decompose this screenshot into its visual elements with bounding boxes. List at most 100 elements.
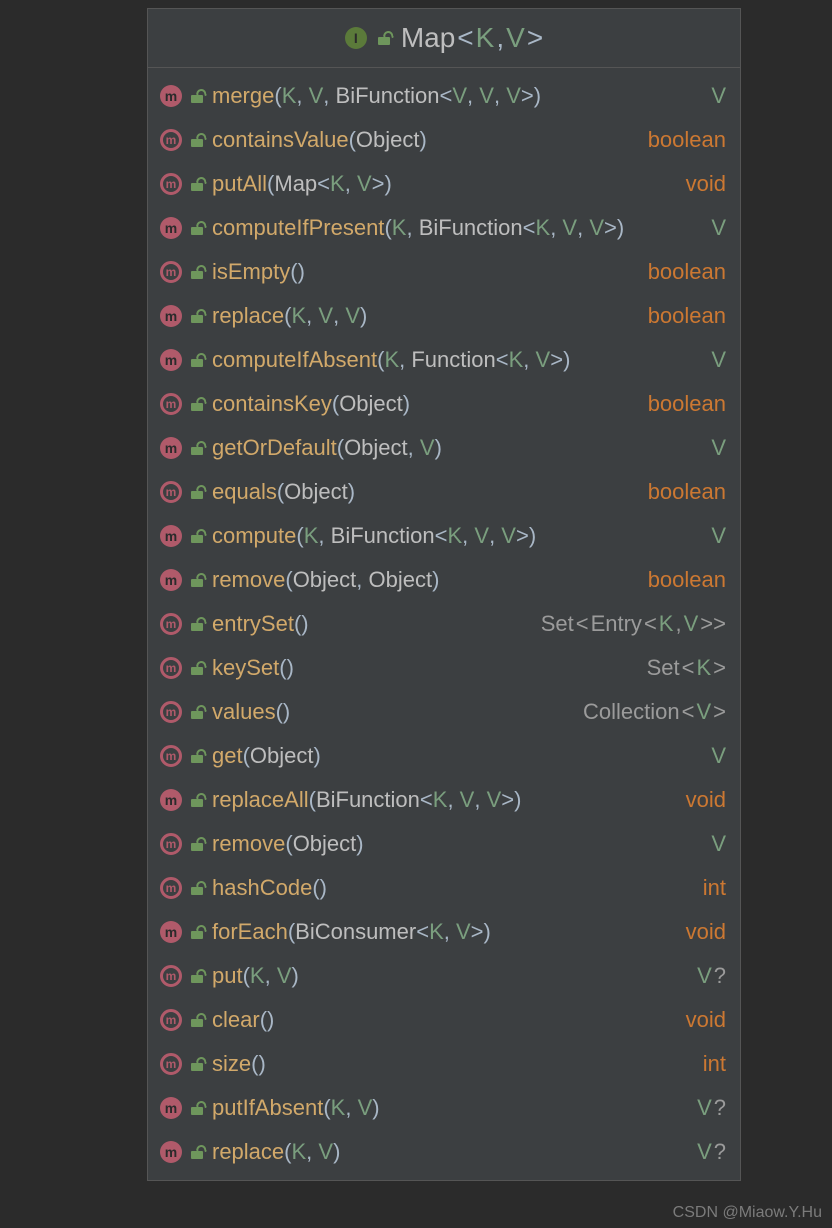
method-icon: m — [160, 657, 182, 679]
method-signature: replace(K, V) — [212, 1139, 689, 1165]
method-item[interactable]: m replace(K, V, V) boolean — [148, 294, 740, 338]
method-item[interactable]: mvalues()Collection<V> — [148, 690, 740, 734]
return-type: int — [703, 1051, 726, 1077]
return-type: V — [711, 347, 726, 373]
return-type: V — [711, 435, 726, 461]
lock-open-icon — [190, 705, 204, 719]
return-type: void — [686, 1007, 726, 1033]
method-icon: m — [160, 129, 182, 151]
method-item[interactable]: msize()int — [148, 1042, 740, 1086]
method-item[interactable]: mhashCode()int — [148, 866, 740, 910]
method-icon: m — [160, 789, 182, 811]
lock-open-icon — [190, 837, 204, 851]
return-type: V — [711, 215, 726, 241]
lock-open-icon — [190, 925, 204, 939]
method-icon: m — [160, 305, 182, 327]
return-type: V — [711, 743, 726, 769]
method-signature: entrySet() — [212, 611, 533, 637]
lock-open-icon — [190, 1101, 204, 1115]
method-item[interactable]: m putIfAbsent(K, V) V? — [148, 1086, 740, 1130]
method-signature: isEmpty() — [212, 259, 640, 285]
method-icon: m — [160, 833, 182, 855]
method-item[interactable]: mremove(Object, Object)boolean — [148, 558, 740, 602]
method-item[interactable]: mreplace(K, V)V? — [148, 1130, 740, 1174]
method-item[interactable]: mremove(Object)V — [148, 822, 740, 866]
popup-header: I Map<K, V> — [148, 9, 740, 68]
lock-open-icon — [190, 133, 204, 147]
method-signature: keySet() — [212, 655, 639, 681]
method-item[interactable]: mcomputeIfPresent(K, BiFunction<K, V, V>… — [148, 206, 740, 250]
method-icon: m — [160, 1009, 182, 1031]
lock-open-icon — [190, 485, 204, 499]
method-item[interactable]: m keySet() Set<K> — [148, 646, 740, 690]
method-item[interactable]: mforEach(BiConsumer<K, V>)void — [148, 910, 740, 954]
method-signature: merge(K, V, BiFunction<V, V, V>) — [212, 83, 703, 109]
method-item[interactable]: mcontainsKey(Object)boolean — [148, 382, 740, 426]
return-type: V — [711, 83, 726, 109]
method-icon: m — [160, 393, 182, 415]
method-item[interactable]: m compute(K, BiFunction<K, V, V>) V — [148, 514, 740, 558]
return-type: V? — [697, 1095, 726, 1121]
method-item[interactable]: mclear()void — [148, 998, 740, 1042]
completion-popup: I Map<K, V> m merge(K, V, BiFunction<V, V… — [147, 8, 741, 1181]
return-type: boolean — [648, 259, 726, 285]
lock-open-icon — [190, 397, 204, 411]
method-signature: remove(Object, Object) — [212, 567, 640, 593]
method-signature: forEach(BiConsumer<K, V>) — [212, 919, 678, 945]
return-type: Set<Entry<K, V>> — [541, 611, 726, 637]
lock-open-icon — [190, 969, 204, 983]
lock-open-icon — [190, 353, 204, 367]
method-icon: m — [160, 1097, 182, 1119]
return-type: V — [711, 523, 726, 549]
method-icon: m — [160, 1141, 182, 1163]
method-signature: getOrDefault(Object, V) — [212, 435, 703, 461]
return-type: void — [686, 787, 726, 813]
method-icon: m — [160, 481, 182, 503]
method-signature: compute(K, BiFunction<K, V, V>) — [212, 523, 703, 549]
method-item[interactable]: mentrySet()Set<Entry<K, V>> — [148, 602, 740, 646]
method-icon: m — [160, 965, 182, 987]
method-icon: m — [160, 701, 182, 723]
lock-open-icon — [190, 793, 204, 807]
method-signature: replace(K, V, V) — [212, 303, 640, 329]
popup-title: Map<K, V> — [401, 22, 543, 54]
method-signature: equals(Object) — [212, 479, 640, 505]
lock-open-icon — [190, 441, 204, 455]
method-icon: m — [160, 525, 182, 547]
method-item[interactable]: m put(K, V) V? — [148, 954, 740, 998]
method-item[interactable]: m equals(Object) boolean — [148, 470, 740, 514]
method-icon: m — [160, 745, 182, 767]
lock-open-icon — [190, 881, 204, 895]
method-item[interactable]: mcomputeIfAbsent(K, Function<K, V>)V — [148, 338, 740, 382]
method-signature: put(K, V) — [212, 963, 689, 989]
lock-open-icon — [190, 573, 204, 587]
return-type: V — [711, 831, 726, 857]
method-signature: putIfAbsent(K, V) — [212, 1095, 689, 1121]
watermark: CSDN @Miaow.Y.Hu — [673, 1204, 822, 1222]
lock-open-icon — [190, 89, 204, 103]
return-type: V? — [697, 963, 726, 989]
lock-open-icon — [190, 749, 204, 763]
method-item[interactable]: mcontainsValue(Object)boolean — [148, 118, 740, 162]
method-item[interactable]: m merge(K, V, BiFunction<V, V, V>) V — [148, 74, 740, 118]
method-item[interactable]: misEmpty()boolean — [148, 250, 740, 294]
lock-open-icon — [377, 31, 391, 45]
method-signature: computeIfAbsent(K, Function<K, V>) — [212, 347, 703, 373]
method-item[interactable]: mgetOrDefault(Object, V)V — [148, 426, 740, 470]
method-item[interactable]: mget(Object)V — [148, 734, 740, 778]
return-type: Set<K> — [647, 655, 726, 681]
lock-open-icon — [190, 177, 204, 191]
return-type: boolean — [648, 479, 726, 505]
method-signature: size() — [212, 1051, 695, 1077]
return-type: boolean — [648, 303, 726, 329]
method-item[interactable]: mreplaceAll(BiFunction<K, V, V>)void — [148, 778, 740, 822]
method-icon: m — [160, 877, 182, 899]
method-icon: m — [160, 85, 182, 107]
method-item[interactable]: mputAll(Map<K, V>)void — [148, 162, 740, 206]
lock-open-icon — [190, 617, 204, 631]
return-type: boolean — [648, 567, 726, 593]
return-type: void — [686, 919, 726, 945]
method-signature: values() — [212, 699, 575, 725]
lock-open-icon — [190, 1057, 204, 1071]
return-type: boolean — [648, 391, 726, 417]
